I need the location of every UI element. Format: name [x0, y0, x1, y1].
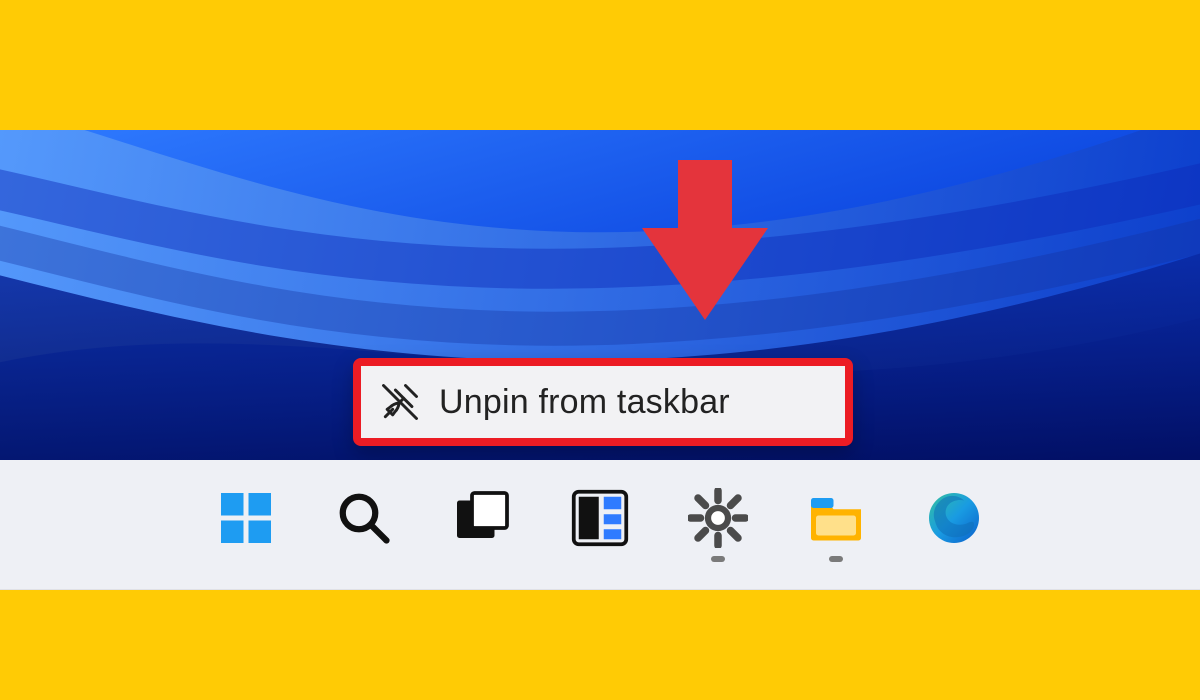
file-explorer-icon: [806, 488, 866, 548]
taskbar-task-view-button[interactable]: [452, 488, 512, 562]
edge-icon: [924, 488, 984, 548]
annotation-pointer-arrow: [640, 160, 770, 335]
context-menu-unpin[interactable]: Unpin from taskbar: [353, 358, 853, 446]
screenshot-stage: Unpin from taskbar: [0, 0, 1200, 700]
taskbar-file-explorer-button[interactable]: [806, 488, 866, 562]
context-menu-label: Unpin from taskbar: [439, 383, 730, 422]
taskbar-settings-button[interactable]: [688, 488, 748, 562]
task-view-icon: [452, 488, 512, 548]
down-arrow-icon: [640, 160, 770, 330]
taskbar-search-button[interactable]: [334, 488, 394, 562]
taskbar-start-button[interactable]: [216, 488, 276, 562]
search-icon: [334, 488, 394, 548]
taskbar-edge-button[interactable]: [924, 488, 984, 562]
settings-icon: [688, 488, 748, 548]
taskbar: [0, 460, 1200, 590]
start-icon: [216, 488, 276, 548]
widgets-icon: [570, 488, 630, 548]
taskbar-widgets-button[interactable]: [570, 488, 630, 562]
unpin-icon: [361, 380, 439, 424]
